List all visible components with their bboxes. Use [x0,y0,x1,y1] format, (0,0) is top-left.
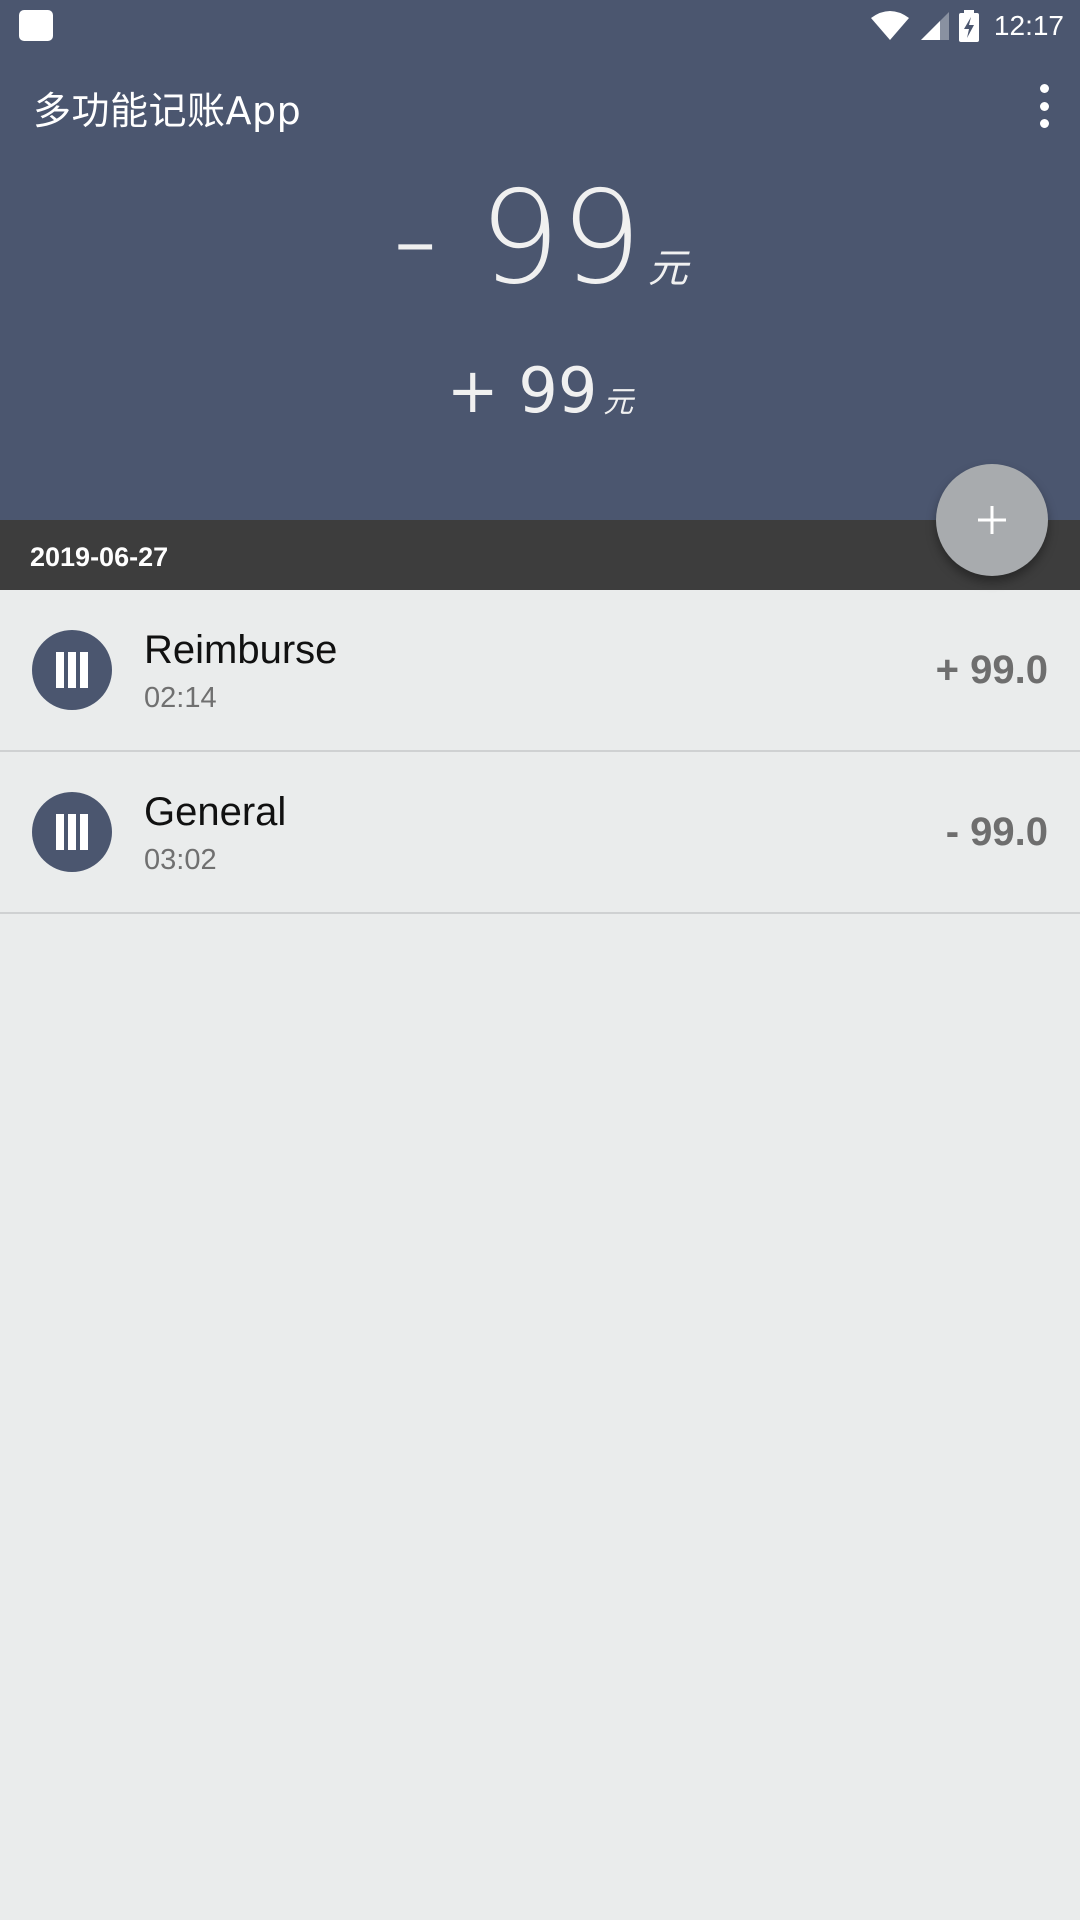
record-title: General [144,790,287,834]
category-icon [32,630,112,710]
battery-charging-icon [958,10,979,42]
plus-icon [978,506,1006,534]
status-time: 12:17 [993,10,1064,41]
status-bar: 12:17 [0,0,1080,50]
record-list: Reimburse 02:14 + 99.0 General 03:02 - 9… [0,590,1080,914]
wifi-icon [870,11,909,40]
signal-icon [920,12,949,40]
add-record-button[interactable] [936,464,1048,576]
app-title: 多功能记账App [33,89,302,133]
income-amount: + 99 [446,354,598,427]
record-amount: + 99.0 [935,648,1048,692]
record-title: Reimburse [144,628,338,672]
expense-amount: - 99 [392,164,642,313]
record-amount: - 99.0 [945,810,1048,854]
income-unit: 元 [603,385,634,420]
expense-unit: 元 [647,246,688,292]
income-total: + 99 元 [0,360,1080,422]
record-time: 02:14 [144,682,217,714]
status-indicators: 12:17 [870,6,1064,46]
category-icon [32,792,112,872]
more-vert-icon[interactable] [1026,84,1062,128]
date-section-header: 2019-06-27 [0,520,1080,590]
date-label: 2019-06-27 [30,542,169,572]
list-item[interactable]: General 03:02 - 99.0 [0,752,1080,914]
expense-total: - 99 元 [0,175,1080,303]
list-item[interactable]: Reimburse 02:14 + 99.0 [0,590,1080,752]
notification-icon [19,10,53,41]
record-time: 03:02 [144,844,217,876]
summary-header: 12:17 多功能记账App - 99 元 + 99 元 [0,0,1080,520]
